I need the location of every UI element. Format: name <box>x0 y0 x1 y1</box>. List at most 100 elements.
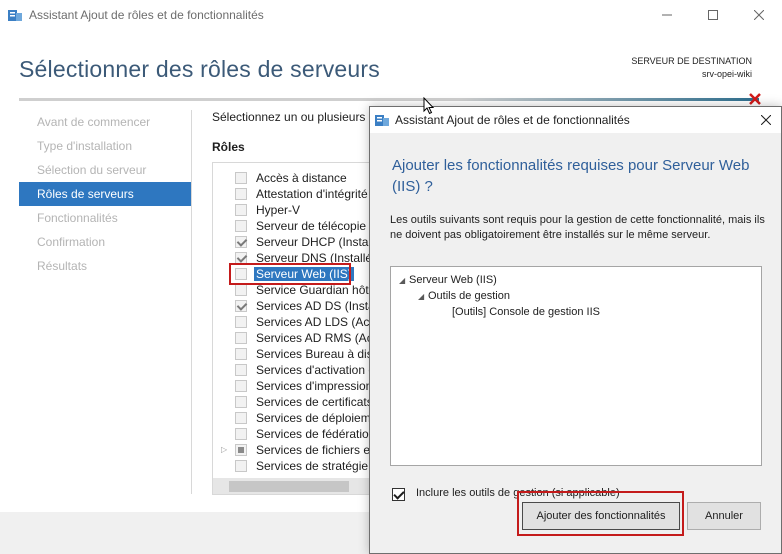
wizard-nav: Avant de commencer Type d'installation S… <box>19 110 191 278</box>
nav-item-installation-type[interactable]: Type d'installation <box>19 134 191 158</box>
role-checkbox[interactable] <box>235 396 247 408</box>
minimize-button[interactable] <box>644 0 690 30</box>
roles-heading: Rôles <box>212 140 245 154</box>
tree-node[interactable]: ◢ Outils de gestion <box>418 290 510 302</box>
close-icon <box>754 10 764 20</box>
server-manager-icon <box>375 115 389 126</box>
role-label: Services Bureau à dist <box>256 347 372 361</box>
role-checkbox[interactable] <box>235 172 247 184</box>
role-checkbox[interactable] <box>235 412 247 424</box>
maximize-icon <box>708 10 718 20</box>
role-label: Service Guardian hôte <box>256 283 372 297</box>
role-checkbox-checked[interactable] <box>235 300 247 312</box>
role-label: Accès à distance <box>256 171 347 185</box>
role-checkbox-partial[interactable] <box>235 444 247 456</box>
role-checkbox[interactable] <box>235 188 247 200</box>
expand-arrow-icon[interactable]: ▷ <box>221 445 229 455</box>
nav-item-features[interactable]: Fonctionnalités <box>19 206 191 230</box>
nav-item-server-roles[interactable]: Rôles de serveurs <box>19 182 191 206</box>
minimize-icon <box>662 14 672 16</box>
role-row[interactable]: Services AD LDS (Acti <box>213 314 372 330</box>
role-checkbox[interactable] <box>235 220 247 232</box>
destination-server-info: SERVEUR DE DESTINATION srv-opei-wiki <box>631 55 752 81</box>
close-window-button[interactable] <box>736 0 782 30</box>
destination-server-name: srv-opei-wiki <box>701 69 752 79</box>
role-checkbox[interactable] <box>235 348 247 360</box>
role-label: Services AD DS (Install <box>256 299 372 313</box>
role-checkbox[interactable] <box>235 364 247 376</box>
role-label: Services d'activation e <box>256 363 372 377</box>
role-row[interactable]: Services de fédération <box>213 426 372 442</box>
mouse-cursor-icon <box>423 97 435 115</box>
close-icon <box>761 115 771 125</box>
expanded-arrow-icon[interactable]: ◢ <box>418 292 428 301</box>
nav-item-results[interactable]: Résultats <box>19 254 191 278</box>
role-row[interactable]: Services AD DS (Install <box>213 298 372 314</box>
roles-list: Accès à distance Attestation d'intégrité… <box>213 170 372 474</box>
role-row[interactable]: Accès à distance <box>213 170 371 186</box>
dialog-close-button[interactable] <box>751 107 781 133</box>
role-checkbox[interactable] <box>235 204 247 216</box>
nav-item-server-selection[interactable]: Sélection du serveur <box>19 158 191 182</box>
required-features-tree[interactable]: ◢ Serveur Web (IIS) ◢ Outils de gestion [O… <box>390 266 762 466</box>
nav-item-before-you-begin[interactable]: Avant de commencer <box>19 110 191 134</box>
nav-divider <box>191 110 192 494</box>
role-row[interactable]: Services AD RMS (Acti <box>213 330 372 346</box>
role-label: Serveur de télécopie <box>256 219 367 233</box>
dialog-title: Assistant Ajout de rôles et de fonctionn… <box>395 113 630 127</box>
role-checkbox-checked[interactable] <box>235 236 247 248</box>
role-row[interactable]: Services de certificats <box>213 394 372 410</box>
main-window-title: Assistant Ajout de rôles et de fonctionn… <box>29 8 264 22</box>
maximize-button[interactable] <box>690 0 736 30</box>
expanded-arrow-icon[interactable]: ◢ <box>399 276 409 285</box>
role-checkbox[interactable] <box>235 380 247 392</box>
horizontal-scrollbar[interactable] <box>213 478 371 494</box>
role-label: Services de déploieme <box>256 411 372 425</box>
tree-node-label: Outils de gestion <box>428 290 510 302</box>
role-row[interactable]: Services d'activation e <box>213 362 372 378</box>
role-row[interactable]: Hyper-V <box>213 202 371 218</box>
role-label: Services AD LDS (Acti <box>256 315 372 329</box>
role-label: Services de certificats <box>256 395 372 409</box>
role-label: Services AD RMS (Acti <box>256 331 372 345</box>
role-label: Services de stratégie d <box>256 459 372 473</box>
server-manager-icon <box>8 10 22 21</box>
role-checkbox[interactable] <box>235 332 247 344</box>
role-label: Serveur DHCP (Installé <box>256 235 372 249</box>
role-row[interactable]: Attestation d'intégrité <box>213 186 371 202</box>
instruction-text: Sélectionnez un ou plusieurs r <box>212 110 373 124</box>
roles-list-box[interactable]: Accès à distance Attestation d'intégrité… <box>212 162 372 495</box>
role-row[interactable]: Serveur DHCP (Installé <box>213 234 372 250</box>
role-label: Attestation d'intégrité <box>256 187 368 201</box>
role-checkbox[interactable] <box>235 460 247 472</box>
role-row[interactable]: ▷ Services de fichiers et <box>213 442 372 458</box>
role-row[interactable]: Services d'impression <box>213 378 372 394</box>
tree-node-label: [Outils] Console de gestion IIS <box>452 306 600 318</box>
role-label: Services de fichiers et <box>256 443 372 457</box>
role-checkbox[interactable] <box>235 428 247 440</box>
highlight-web-server-box <box>229 263 351 285</box>
role-checkbox[interactable] <box>235 284 247 296</box>
include-tools-checkbox[interactable] <box>392 488 405 501</box>
role-row[interactable]: Services Bureau à dist <box>213 346 372 362</box>
scrollbar-thumb[interactable] <box>229 481 349 492</box>
tree-node-label: Serveur Web (IIS) <box>409 274 497 286</box>
role-checkbox[interactable] <box>235 316 247 328</box>
progress-line <box>19 98 759 101</box>
tree-node[interactable]: ◢ Serveur Web (IIS) <box>399 274 497 286</box>
role-row[interactable]: Serveur de télécopie <box>213 218 371 234</box>
role-row[interactable]: Services de stratégie d <box>213 458 372 474</box>
nav-item-confirmation[interactable]: Confirmation <box>19 230 191 254</box>
progress-fill <box>459 98 759 101</box>
dialog-body: Ajouter les fonctionnalités requises pou… <box>370 133 781 486</box>
cancel-button[interactable]: Annuler <box>687 502 761 530</box>
red-close-icon[interactable] <box>748 92 762 106</box>
tree-node[interactable]: [Outils] Console de gestion IIS <box>452 306 600 318</box>
role-label: Services de fédération <box>256 427 372 441</box>
page-title: Sélectionner des rôles de serveurs <box>19 56 380 82</box>
dialog-heading: Ajouter les fonctionnalités requises pou… <box>392 157 750 195</box>
role-label: Hyper-V <box>256 203 301 217</box>
role-label: Services d'impression <box>256 379 372 393</box>
dialog-description: Les outils suivants sont requis pour la … <box>390 214 765 241</box>
role-row[interactable]: Services de déploieme <box>213 410 372 426</box>
